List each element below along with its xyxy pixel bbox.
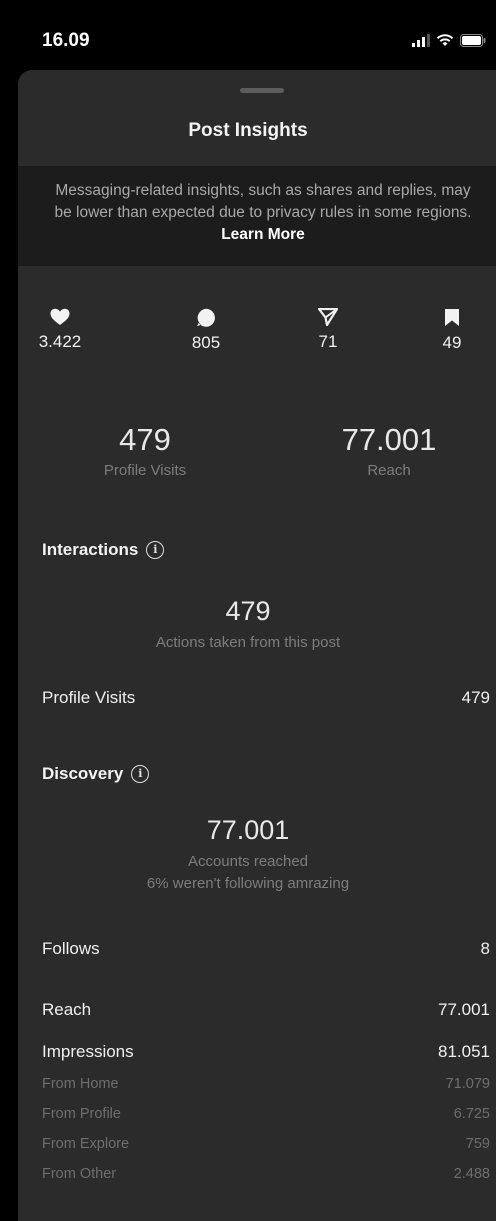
- impressions-row: Impressions 81.051: [42, 1042, 490, 1062]
- status-time: 16.09: [42, 30, 90, 51]
- discovery-total-sub: 6% weren't following amrazing: [146, 875, 350, 892]
- row-value: 6.725: [453, 1106, 490, 1122]
- insights-sheet: Post Insights Messaging-related insights…: [18, 70, 496, 1221]
- profile-visits-value: 479: [119, 422, 171, 457]
- reach-summary: 77.001 Reach: [289, 422, 489, 479]
- row-value: 71.079: [445, 1076, 490, 1092]
- row-value: 81.051: [438, 1042, 490, 1061]
- row-value: 2.488: [453, 1166, 490, 1182]
- comment-icon: [197, 308, 215, 327]
- source-row-home: From Home 71.079: [42, 1076, 490, 1092]
- learn-more-link[interactable]: Learn More: [221, 226, 305, 243]
- discovery-total: 77.001 Accounts reached 6% weren't follo…: [18, 815, 496, 894]
- source-row-explore: From Explore 759: [42, 1136, 490, 1152]
- sheet-title: Post Insights: [188, 120, 308, 141]
- interactions-total-label: Actions taken from this post: [155, 634, 341, 651]
- row-label: From Explore: [42, 1136, 130, 1152]
- battery-icon: [460, 33, 486, 47]
- profile-visits-label: Profile Visits: [103, 462, 187, 479]
- shares-count: 71: [318, 332, 338, 351]
- likes-stat: 3.422: [20, 308, 100, 352]
- row-label: From Other: [42, 1166, 117, 1182]
- discovery-total-label: Accounts reached: [187, 853, 309, 870]
- bookmark-icon: [445, 309, 459, 326]
- row-label: Reach: [42, 1000, 92, 1019]
- row-value: 479: [461, 688, 490, 707]
- row-label: From Profile: [42, 1106, 121, 1122]
- follows-row: Follows 8: [42, 939, 490, 959]
- row-value: 77.001: [438, 1000, 490, 1019]
- interactions-header: Interactions i: [42, 540, 165, 560]
- reach-label: Reach: [367, 462, 411, 479]
- likes-count: 3.422: [38, 332, 82, 351]
- drag-handle[interactable]: [240, 88, 284, 93]
- row-value: 8: [480, 939, 490, 958]
- interactions-info-icon[interactable]: i: [146, 541, 165, 559]
- comments-count: 805: [191, 333, 221, 352]
- notice-text-block: Messaging-related insights, such as shar…: [48, 180, 478, 246]
- privacy-notice: Messaging-related insights, such as shar…: [18, 166, 496, 266]
- row-label: From Home: [42, 1076, 119, 1092]
- wifi-icon: [436, 33, 454, 46]
- status-icons: [412, 32, 486, 48]
- row-label: Profile Visits: [42, 688, 136, 707]
- status-bar: 16.09: [0, 0, 496, 70]
- discovery-header: Discovery i: [42, 764, 150, 784]
- interactions-total-value: 479: [225, 596, 271, 626]
- profile-visits-summary: 479 Profile Visits: [45, 422, 245, 479]
- saves-stat: 49: [412, 308, 492, 353]
- reach-value: 77.001: [341, 422, 437, 457]
- row-label: Impressions: [42, 1042, 134, 1061]
- discovery-total-value: 77.001: [206, 815, 290, 845]
- reach-row: Reach 77.001: [42, 1000, 490, 1020]
- heart-icon: [50, 308, 70, 325]
- comments-stat: 805: [166, 308, 246, 353]
- row-value: 759: [465, 1136, 490, 1152]
- shares-stat: 71: [288, 308, 368, 352]
- source-row-other: From Other 2.488: [42, 1166, 490, 1182]
- interactions-total: 479 Actions taken from this post: [18, 596, 496, 653]
- profile-visits-row: Profile Visits 479: [42, 688, 490, 708]
- row-label: Follows: [42, 939, 100, 958]
- discovery-info-icon[interactable]: i: [131, 765, 150, 783]
- saves-count: 49: [442, 333, 462, 352]
- discovery-title: Discovery: [42, 764, 124, 783]
- signal-icon: [412, 33, 430, 47]
- send-icon: [318, 308, 338, 326]
- source-row-profile: From Profile 6.725: [42, 1106, 490, 1122]
- interactions-title: Interactions: [42, 540, 139, 559]
- notice-text: Messaging-related insights, such as shar…: [54, 182, 472, 221]
